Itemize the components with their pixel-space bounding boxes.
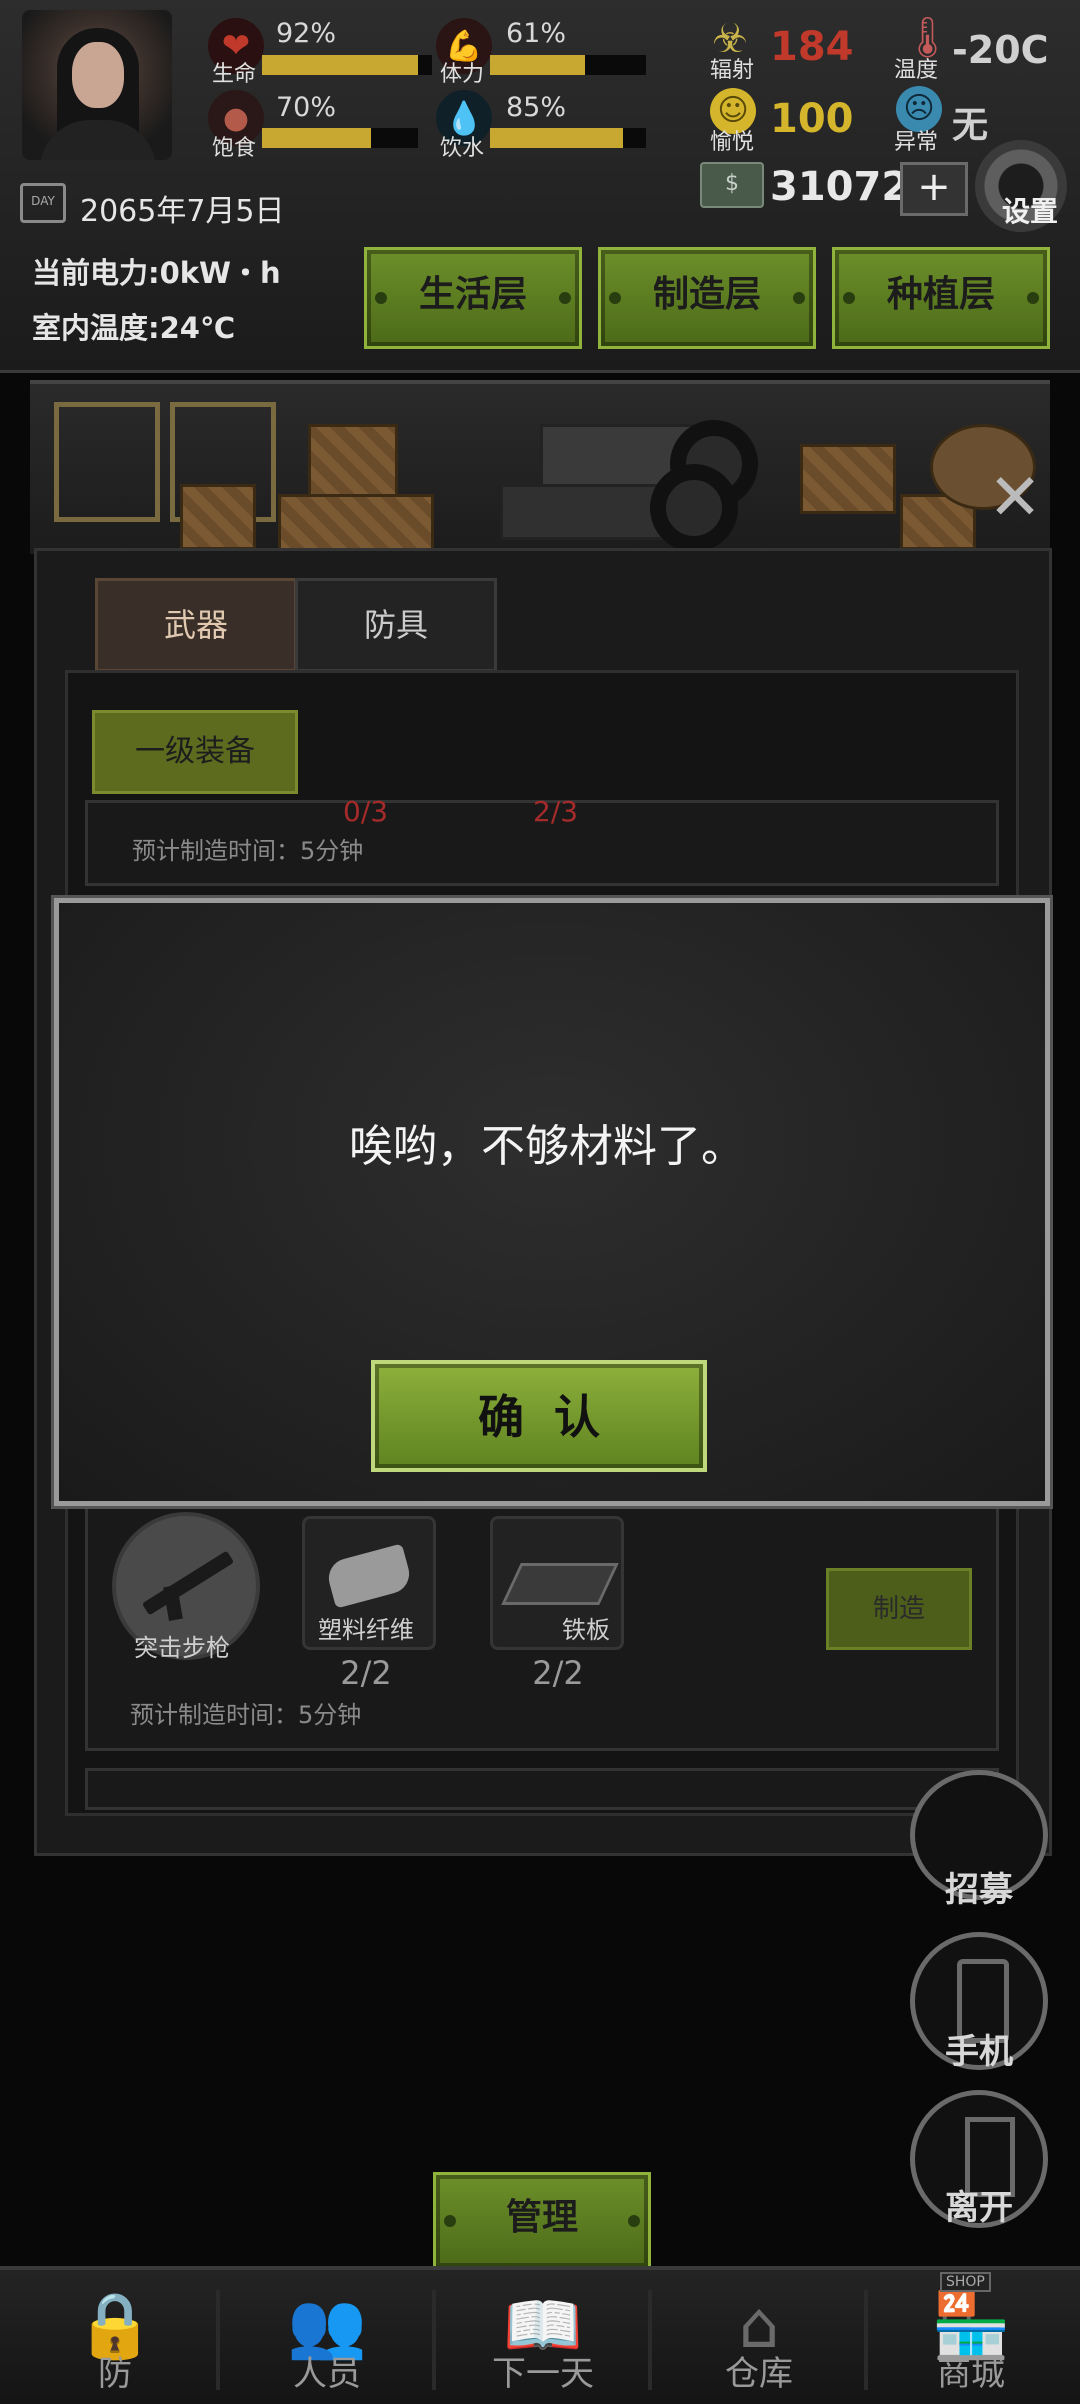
nav-divider [216, 2290, 220, 2390]
level-filter-tag[interactable]: 一级装备 [92, 710, 298, 794]
nav-shop[interactable]: 🏪 SHOP 商城 [866, 2266, 1076, 2400]
crate-decoration [800, 444, 896, 514]
item-name: 突击步枪 [134, 1634, 230, 1662]
hunger-bar [262, 128, 418, 148]
nav-personnel[interactable]: 👥 人员 [222, 2266, 432, 2400]
cart-rack-decoration [54, 402, 160, 522]
material-name: 塑料纤维 [318, 1616, 414, 1644]
close-icon[interactable]: ✕ [985, 466, 1045, 530]
recruit-label: 招募 [945, 1870, 1013, 1910]
craft-button[interactable]: 制造 [826, 1568, 972, 1650]
abnormal-label: 异常 [894, 130, 939, 155]
tab-armor[interactable]: 防具 [295, 578, 497, 672]
layer-button-crafting[interactable]: 制造层 [598, 247, 816, 349]
layer-label: 种植层 [886, 274, 995, 315]
radiation-value: 184 [770, 24, 854, 70]
temperature-label: 温度 [894, 58, 939, 83]
stamina-label: 体力 [440, 62, 485, 87]
abnormal-value: 无 [952, 105, 989, 146]
manage-label: 管理 [505, 2197, 578, 2238]
joy-value: 100 [770, 96, 854, 142]
phone-label: 手机 [945, 2032, 1013, 2072]
temperature-value: -20C [952, 28, 1049, 72]
calendar-icon: DAY [20, 183, 66, 223]
recipe-card: 0/3 2/3 预计制造时间：5分钟 [85, 795, 999, 886]
nav-label: 人员 [293, 2354, 361, 2394]
material-count: 0/3 [343, 795, 389, 828]
health-percent: 92% [276, 18, 337, 49]
nav-label: 仓库 [725, 2354, 793, 2394]
add-money-button[interactable]: + [900, 162, 968, 216]
layer-label: 制造层 [652, 274, 761, 315]
nav-label: 下一天 [492, 2354, 594, 2394]
indoor-temperature-info: 室内温度:24℃ [32, 311, 236, 345]
estimated-time: 预计制造时间：5分钟 [130, 1701, 362, 1729]
warehouse-scene [30, 380, 1050, 556]
nav-defense[interactable]: 🔒 防 [10, 2266, 220, 2400]
material-count: 2/2 [340, 1654, 392, 1692]
nav-divider [648, 2290, 652, 2390]
thirst-bar [490, 128, 646, 148]
power-info: 当前电力:0kW・h [32, 256, 281, 290]
nav-label: 商城 [937, 2354, 1005, 2394]
tire-decoration [650, 464, 738, 552]
material-name: 铁板 [562, 1616, 610, 1644]
settings-button[interactable]: 设置 [1002, 190, 1058, 230]
joy-label: 愉悦 [710, 130, 755, 155]
player-avatar[interactable] [22, 10, 172, 160]
manage-button[interactable]: 管理 [433, 2172, 651, 2270]
hunger-percent: 70% [276, 92, 337, 123]
layer-button-planting[interactable]: 种植层 [832, 247, 1050, 349]
thirst-percent: 85% [506, 92, 567, 123]
crate-decoration [278, 494, 434, 556]
layer-label: 生活层 [418, 274, 527, 315]
nav-next-day[interactable]: 📖 下一天 [438, 2266, 648, 2400]
recipe-card [85, 1768, 999, 1810]
shop-badge: SHOP [940, 2272, 991, 2292]
nav-divider [432, 2290, 436, 2390]
date-text: 2065年7月5日 [80, 194, 285, 229]
nav-warehouse[interactable]: ⌂ 仓库 [654, 2266, 864, 2400]
crate-decoration [180, 484, 256, 550]
hunger-label: 饱食 [212, 136, 257, 161]
money-icon: $ [700, 162, 764, 208]
layer-button-living[interactable]: 生活层 [364, 247, 582, 349]
thirst-label: 饮水 [440, 136, 485, 161]
alert-message: 唉哟，不够材料了。 [349, 1121, 745, 1172]
material-count: 2/2 [532, 1654, 584, 1692]
confirm-button[interactable]: 确认 [371, 1360, 707, 1472]
material-count: 2/3 [533, 795, 579, 828]
health-bar [262, 55, 432, 75]
health-label: 生命 [212, 62, 257, 87]
nav-label: 防 [98, 2354, 132, 2394]
leave-label: 离开 [945, 2188, 1013, 2228]
estimated-time: 预计制造时间：5分钟 [132, 837, 364, 865]
stamina-bar [490, 55, 646, 75]
stamina-percent: 61% [506, 18, 567, 49]
tab-weapons[interactable]: 武器 [95, 578, 297, 672]
money-value: 31072 [770, 164, 910, 210]
radiation-label: 辐射 [710, 58, 755, 83]
